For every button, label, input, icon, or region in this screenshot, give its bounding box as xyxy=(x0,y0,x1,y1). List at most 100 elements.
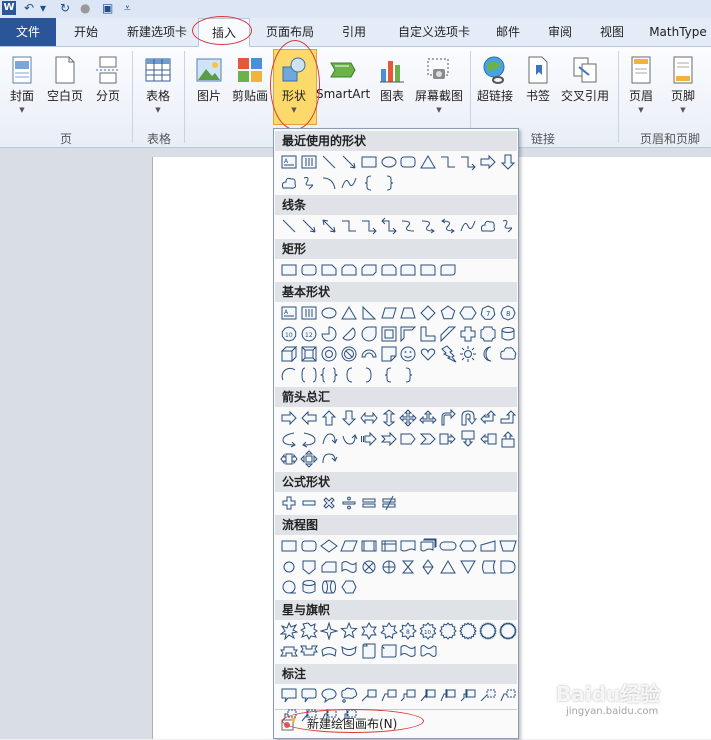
hyperlink-button[interactable]: 超链接 xyxy=(474,53,516,104)
elbow-shape-icon[interactable] xyxy=(340,217,358,235)
border2-shape-icon[interactable] xyxy=(499,686,517,704)
roundrect-shape-icon[interactable] xyxy=(300,261,318,279)
pentagon-shape-icon[interactable] xyxy=(439,304,457,322)
header-button[interactable]: 页眉 ▼ xyxy=(622,53,660,114)
octagon-shape-icon[interactable]: 8 xyxy=(499,304,517,322)
dblbracket-shape-icon[interactable] xyxy=(300,366,318,384)
decision-shape-icon[interactable] xyxy=(319,537,338,555)
curvearc-shape-icon[interactable] xyxy=(320,174,338,192)
altprocess-shape-icon[interactable] xyxy=(300,537,318,555)
curvedconn-shape-icon[interactable] xyxy=(399,217,417,235)
curvedconndbl-shape-icon[interactable] xyxy=(439,217,457,235)
page-break-button[interactable]: 分页 xyxy=(90,53,126,104)
trapezoid-shape-icon[interactable] xyxy=(399,304,417,322)
pentagonarrow-shape-icon[interactable] xyxy=(399,430,417,448)
table-button[interactable]: 表格 ▼ xyxy=(138,53,178,114)
uparrow-shape-icon[interactable] xyxy=(320,409,338,427)
blockarc-shape-icon[interactable] xyxy=(360,345,378,363)
star5-shape-icon[interactable] xyxy=(339,621,358,640)
rect-shape-icon[interactable] xyxy=(280,261,298,279)
undo-dropdown-icon[interactable]: ▾ xyxy=(40,1,46,15)
customize-toolbar-icon[interactable]: ⩡ xyxy=(124,1,131,16)
lruparrow-shape-icon[interactable] xyxy=(419,409,438,427)
tab-7[interactable]: 邮件 xyxy=(492,18,524,46)
dodecagon-shape-icon[interactable]: 12 xyxy=(300,325,318,343)
udarrow-shape-icon[interactable] xyxy=(380,409,398,427)
accent3-shape-icon[interactable] xyxy=(459,686,477,704)
cross-reference-button[interactable]: 交叉引用 xyxy=(558,53,612,104)
accent2-shape-icon[interactable] xyxy=(439,686,457,704)
equal-shape-icon[interactable] xyxy=(360,494,378,512)
oval-shape-icon[interactable] xyxy=(320,304,338,322)
process-shape-icon[interactable] xyxy=(280,537,298,555)
data-shape-icon[interactable] xyxy=(339,537,358,555)
screenshot-button[interactable]: 屏幕截图 ▼ xyxy=(412,53,466,114)
lshape-shape-icon[interactable] xyxy=(419,325,437,343)
leftarrow-shape-icon[interactable] xyxy=(300,409,318,427)
blank-page-button[interactable]: 空白页 xyxy=(44,53,86,104)
tab-0[interactable]: 文件 xyxy=(0,18,56,46)
chevron-shape-icon[interactable] xyxy=(419,430,437,448)
tab-6[interactable]: 自定义选项卡 xyxy=(392,18,476,46)
quadarrow-shape-icon[interactable] xyxy=(399,409,418,427)
downarrow-shape-icon[interactable] xyxy=(499,153,517,171)
star4-shape-icon[interactable] xyxy=(319,621,338,640)
diagstripe-shape-icon[interactable] xyxy=(439,325,457,343)
offpage-shape-icon[interactable] xyxy=(300,558,318,576)
redo-icon[interactable]: ↻ xyxy=(60,1,70,15)
bevel-shape-icon[interactable] xyxy=(300,345,318,363)
vscroll-shape-icon[interactable] xyxy=(360,642,378,660)
snip2-shape-icon[interactable] xyxy=(340,261,358,279)
arrow-shape-icon[interactable] xyxy=(340,153,358,171)
divide-shape-icon[interactable] xyxy=(340,494,358,512)
star7-shape-icon[interactable] xyxy=(379,621,398,640)
manualop-shape-icon[interactable] xyxy=(499,537,517,555)
star10-shape-icon[interactable]: 10 xyxy=(419,621,437,640)
cross-shape-icon[interactable] xyxy=(459,325,477,343)
scribble-shape-icon[interactable] xyxy=(499,217,517,235)
donut-shape-icon[interactable] xyxy=(320,345,338,363)
rbrace-shape-icon[interactable] xyxy=(399,366,417,384)
ovalcallout-shape-icon[interactable] xyxy=(320,686,338,704)
arc-shape-icon[interactable] xyxy=(280,366,298,384)
lightning-shape-icon[interactable] xyxy=(439,345,457,363)
rightcallout-shape-icon[interactable] xyxy=(439,430,457,448)
nosymbol-shape-icon[interactable] xyxy=(340,345,358,363)
freeform-shape-icon[interactable] xyxy=(479,217,497,235)
uturn-shape-icon[interactable] xyxy=(459,409,478,427)
tab-2[interactable]: 新建选项卡 xyxy=(122,18,192,46)
rbrace-shape-icon[interactable] xyxy=(380,174,398,192)
decagon-shape-icon[interactable]: 10 xyxy=(280,325,298,343)
curvedribbondown-shape-icon[interactable] xyxy=(340,642,358,660)
curvedribbonup-shape-icon[interactable] xyxy=(320,642,338,660)
leftcallout-shape-icon[interactable] xyxy=(479,430,497,448)
extract-shape-icon[interactable] xyxy=(439,558,457,576)
plaque-shape-icon[interactable] xyxy=(479,325,497,343)
tab-10[interactable]: MathType xyxy=(646,18,710,46)
rightarrow-shape-icon[interactable] xyxy=(479,153,497,171)
storeddata-shape-icon[interactable] xyxy=(479,558,497,576)
snipdiag-shape-icon[interactable] xyxy=(360,261,378,279)
sun-shape-icon[interactable] xyxy=(459,345,477,363)
cloud-shape-icon[interactable] xyxy=(499,345,517,363)
merge-shape-icon[interactable] xyxy=(459,558,477,576)
word-app-icon[interactable]: W xyxy=(2,1,16,15)
multidoc-shape-icon[interactable] xyxy=(419,537,437,555)
chord-shape-icon[interactable] xyxy=(340,325,358,343)
rounddiag-shape-icon[interactable] xyxy=(439,261,457,279)
frame-shape-icon[interactable] xyxy=(380,325,398,343)
smartart-button[interactable]: SmartArt xyxy=(316,53,370,101)
can-shape-icon[interactable] xyxy=(499,325,517,343)
rtriangle-shape-icon[interactable] xyxy=(360,304,378,322)
minus-shape-icon[interactable] xyxy=(300,494,318,512)
preparation-shape-icon[interactable] xyxy=(459,537,477,555)
hscroll-shape-icon[interactable] xyxy=(380,642,398,660)
tab-1[interactable]: 开始 xyxy=(70,18,102,46)
magdisk-shape-icon[interactable] xyxy=(300,578,318,596)
upcallout-shape-icon[interactable] xyxy=(499,430,517,448)
tab-9[interactable]: 视图 xyxy=(596,18,628,46)
snip1-shape-icon[interactable] xyxy=(320,261,338,279)
diamond-shape-icon[interactable] xyxy=(419,304,437,322)
hexagon-shape-icon[interactable] xyxy=(459,304,477,322)
internal-shape-icon[interactable] xyxy=(380,537,398,555)
